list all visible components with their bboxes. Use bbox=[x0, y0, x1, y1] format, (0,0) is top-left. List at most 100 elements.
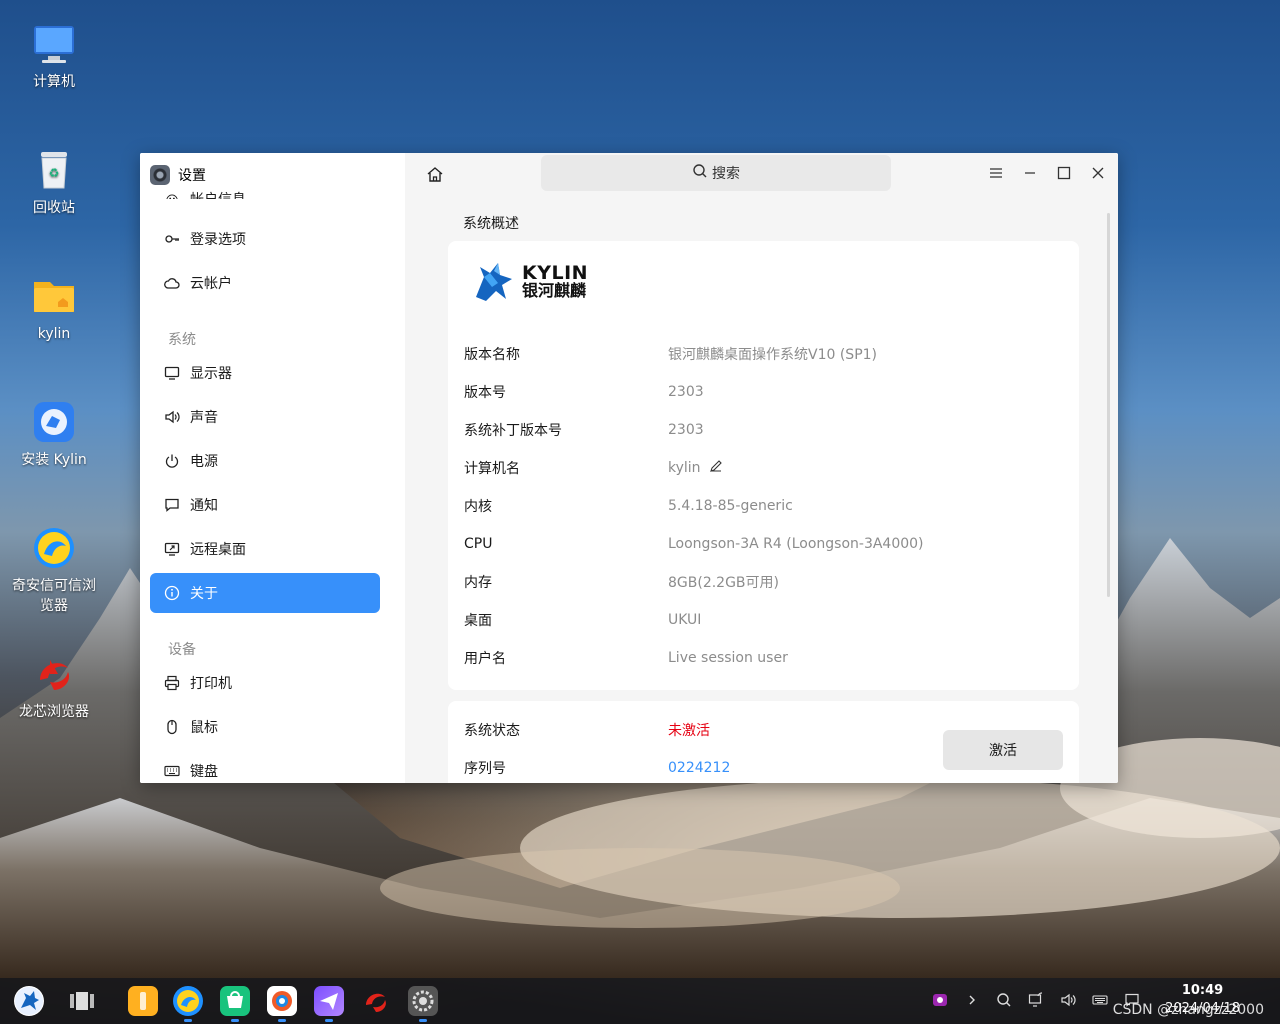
info-key: 内核 bbox=[464, 499, 492, 515]
sidebar-item-about[interactable]: 关于 bbox=[150, 573, 380, 613]
network-tray-icon[interactable] bbox=[1026, 990, 1046, 1010]
search-tray-icon[interactable] bbox=[994, 990, 1014, 1010]
info-key: 计算机名 bbox=[464, 461, 520, 477]
sidebar-item-keyboard[interactable]: 键盘 bbox=[150, 751, 380, 783]
sidebar-item-mouse[interactable]: 鼠标 bbox=[150, 707, 380, 747]
search-placeholder: 搜索 bbox=[712, 166, 740, 182]
hamburger-icon bbox=[990, 168, 1002, 178]
minimize-icon bbox=[1025, 172, 1035, 174]
volume-tray-icon[interactable] bbox=[1058, 990, 1078, 1010]
info-key: 版本号 bbox=[464, 385, 506, 401]
section-title: 系统概述 bbox=[463, 216, 519, 232]
sidebar-item-label: 关于 bbox=[190, 586, 218, 602]
sidebar-item-notifications[interactable]: 通知 bbox=[150, 485, 380, 525]
installer-icon bbox=[30, 398, 78, 446]
desktop-icon-label: 回收站 bbox=[33, 200, 75, 216]
info-key: 版本名称 bbox=[464, 347, 520, 363]
screenshot-tray-icon[interactable] bbox=[930, 990, 950, 1010]
taskbar-app-qianxin-browser[interactable] bbox=[173, 986, 203, 1016]
maximize-icon bbox=[1057, 166, 1071, 180]
taskbar-app-loongson-browser[interactable] bbox=[361, 986, 391, 1016]
scrollbar[interactable] bbox=[1107, 213, 1110, 597]
info-row-patch-version: 系统补丁版本号 2303 bbox=[464, 411, 1063, 449]
maximize-button[interactable] bbox=[1054, 163, 1074, 183]
info-key: 用户名 bbox=[464, 651, 506, 667]
info-value: Live session user bbox=[668, 650, 788, 666]
sidebar-item-cloud-account[interactable]: 云帐户 bbox=[150, 263, 380, 303]
kylin-start-icon bbox=[15, 987, 43, 1015]
sidebar: 设置 ☺ 帐户信息 登录选项 云帐户 系统 显示器 bbox=[140, 153, 405, 783]
clock-time: 10:49 bbox=[1181, 983, 1224, 998]
keyboard-tray-icon[interactable] bbox=[1090, 990, 1110, 1010]
desktop-icon-label: 龙芯浏览器 bbox=[19, 704, 89, 720]
info-value-with-edit: kylin bbox=[668, 459, 723, 477]
file-manager-icon bbox=[140, 992, 146, 1010]
kylin-logo: KYLIN 银河麒麟 bbox=[470, 257, 588, 307]
desktop-icon-computer[interactable]: 计算机 bbox=[10, 20, 98, 92]
start-menu-button[interactable] bbox=[14, 986, 44, 1016]
taskbar-app-messenger[interactable] bbox=[314, 986, 344, 1016]
info-row-version-number: 版本号 2303 bbox=[464, 373, 1063, 411]
taskbar-app-settings[interactable] bbox=[408, 986, 438, 1016]
user-icon: ☺ bbox=[164, 193, 180, 200]
sidebar-item-power[interactable]: 电源 bbox=[150, 441, 380, 481]
info-value: 5.4.18-85-generic bbox=[668, 498, 793, 514]
sidebar-group-device: 设备 bbox=[168, 642, 196, 658]
sidebar-item-label: 云帐户 bbox=[190, 276, 232, 292]
info-value: UKUI bbox=[668, 612, 702, 628]
taskbar-app-file-manager[interactable] bbox=[128, 986, 158, 1016]
kylin-logo-text-en: KYLIN bbox=[522, 262, 589, 284]
sidebar-item-login-options[interactable]: 登录选项 bbox=[150, 219, 380, 259]
kylin-logo-text-cn: 银河麒麟 bbox=[522, 281, 587, 300]
info-icon bbox=[164, 585, 180, 601]
qianxin-browser-icon bbox=[177, 990, 199, 1012]
svg-text:♻: ♻ bbox=[49, 166, 60, 180]
computer-icon bbox=[30, 20, 78, 68]
running-indicator bbox=[184, 1019, 192, 1022]
power-icon bbox=[164, 453, 180, 469]
desktop-icon-install-kylin[interactable]: 安装 Kylin bbox=[10, 398, 98, 470]
speaker-icon bbox=[164, 409, 180, 425]
computer-name-value: kylin bbox=[668, 460, 701, 476]
edit-pencil-icon[interactable] bbox=[709, 459, 723, 477]
taskbar-app-browser[interactable] bbox=[267, 986, 297, 1016]
folder-icon bbox=[30, 272, 78, 320]
desktop-icon-qianxin-browser[interactable]: 奇安信可信浏览器 bbox=[10, 524, 98, 616]
tray-expand-chevron-icon[interactable] bbox=[962, 990, 982, 1010]
info-value: 银河麒麟桌面操作系统V10 (SP1) bbox=[668, 347, 878, 363]
serial-number-value[interactable]: 0224212 bbox=[668, 760, 730, 776]
home-icon[interactable] bbox=[425, 165, 445, 185]
message-icon bbox=[164, 497, 180, 513]
sidebar-item-label: 键盘 bbox=[190, 764, 218, 780]
desktop-icon-label: 计算机 bbox=[33, 74, 75, 90]
sidebar-group-system: 系统 bbox=[168, 332, 196, 348]
search-input[interactable]: 搜索 bbox=[541, 155, 891, 191]
desktop-icon-trash[interactable]: ♻ 回收站 bbox=[10, 146, 98, 218]
mouse-icon bbox=[164, 719, 180, 735]
desktop-icon-home-folder[interactable]: kylin bbox=[10, 272, 98, 344]
status-key: 序列号 bbox=[464, 761, 506, 777]
sidebar-item-label: 鼠标 bbox=[190, 720, 218, 736]
sidebar-item-label: 通知 bbox=[190, 498, 218, 514]
activate-button[interactable]: 激活 bbox=[943, 730, 1063, 770]
sidebar-item-label: 登录选项 bbox=[190, 232, 246, 248]
sidebar-item-printer[interactable]: 打印机 bbox=[150, 663, 380, 703]
sidebar-item-label: 打印机 bbox=[190, 676, 232, 692]
desktop-icon-label: 安装 Kylin bbox=[21, 452, 87, 468]
info-row-memory: 内存 8GB(2.2GB可用) bbox=[464, 563, 1063, 601]
browser-icon bbox=[30, 524, 78, 572]
sidebar-item-display[interactable]: 显示器 bbox=[150, 353, 380, 393]
desktop-icon-label: 奇安信可信浏览器 bbox=[12, 578, 96, 614]
sidebar-item-account-info[interactable]: ☺ 帐户信息 bbox=[150, 179, 380, 199]
multitask-view-button[interactable] bbox=[67, 986, 97, 1016]
sidebar-item-remote-desktop[interactable]: 远程桌面 bbox=[150, 529, 380, 569]
desktop-icon-loongson-browser[interactable]: 龙芯浏览器 bbox=[10, 650, 98, 722]
taskbar-app-software-store[interactable] bbox=[220, 986, 250, 1016]
sidebar-item-sound[interactable]: 声音 bbox=[150, 397, 380, 437]
status-key: 系统状态 bbox=[464, 723, 520, 739]
close-button[interactable] bbox=[1088, 163, 1108, 183]
minimize-button[interactable] bbox=[1020, 163, 1040, 183]
desktop-icon-label: kylin bbox=[37, 326, 71, 342]
menu-button[interactable] bbox=[986, 163, 1006, 183]
sidebar-item-label: 显示器 bbox=[190, 366, 232, 382]
